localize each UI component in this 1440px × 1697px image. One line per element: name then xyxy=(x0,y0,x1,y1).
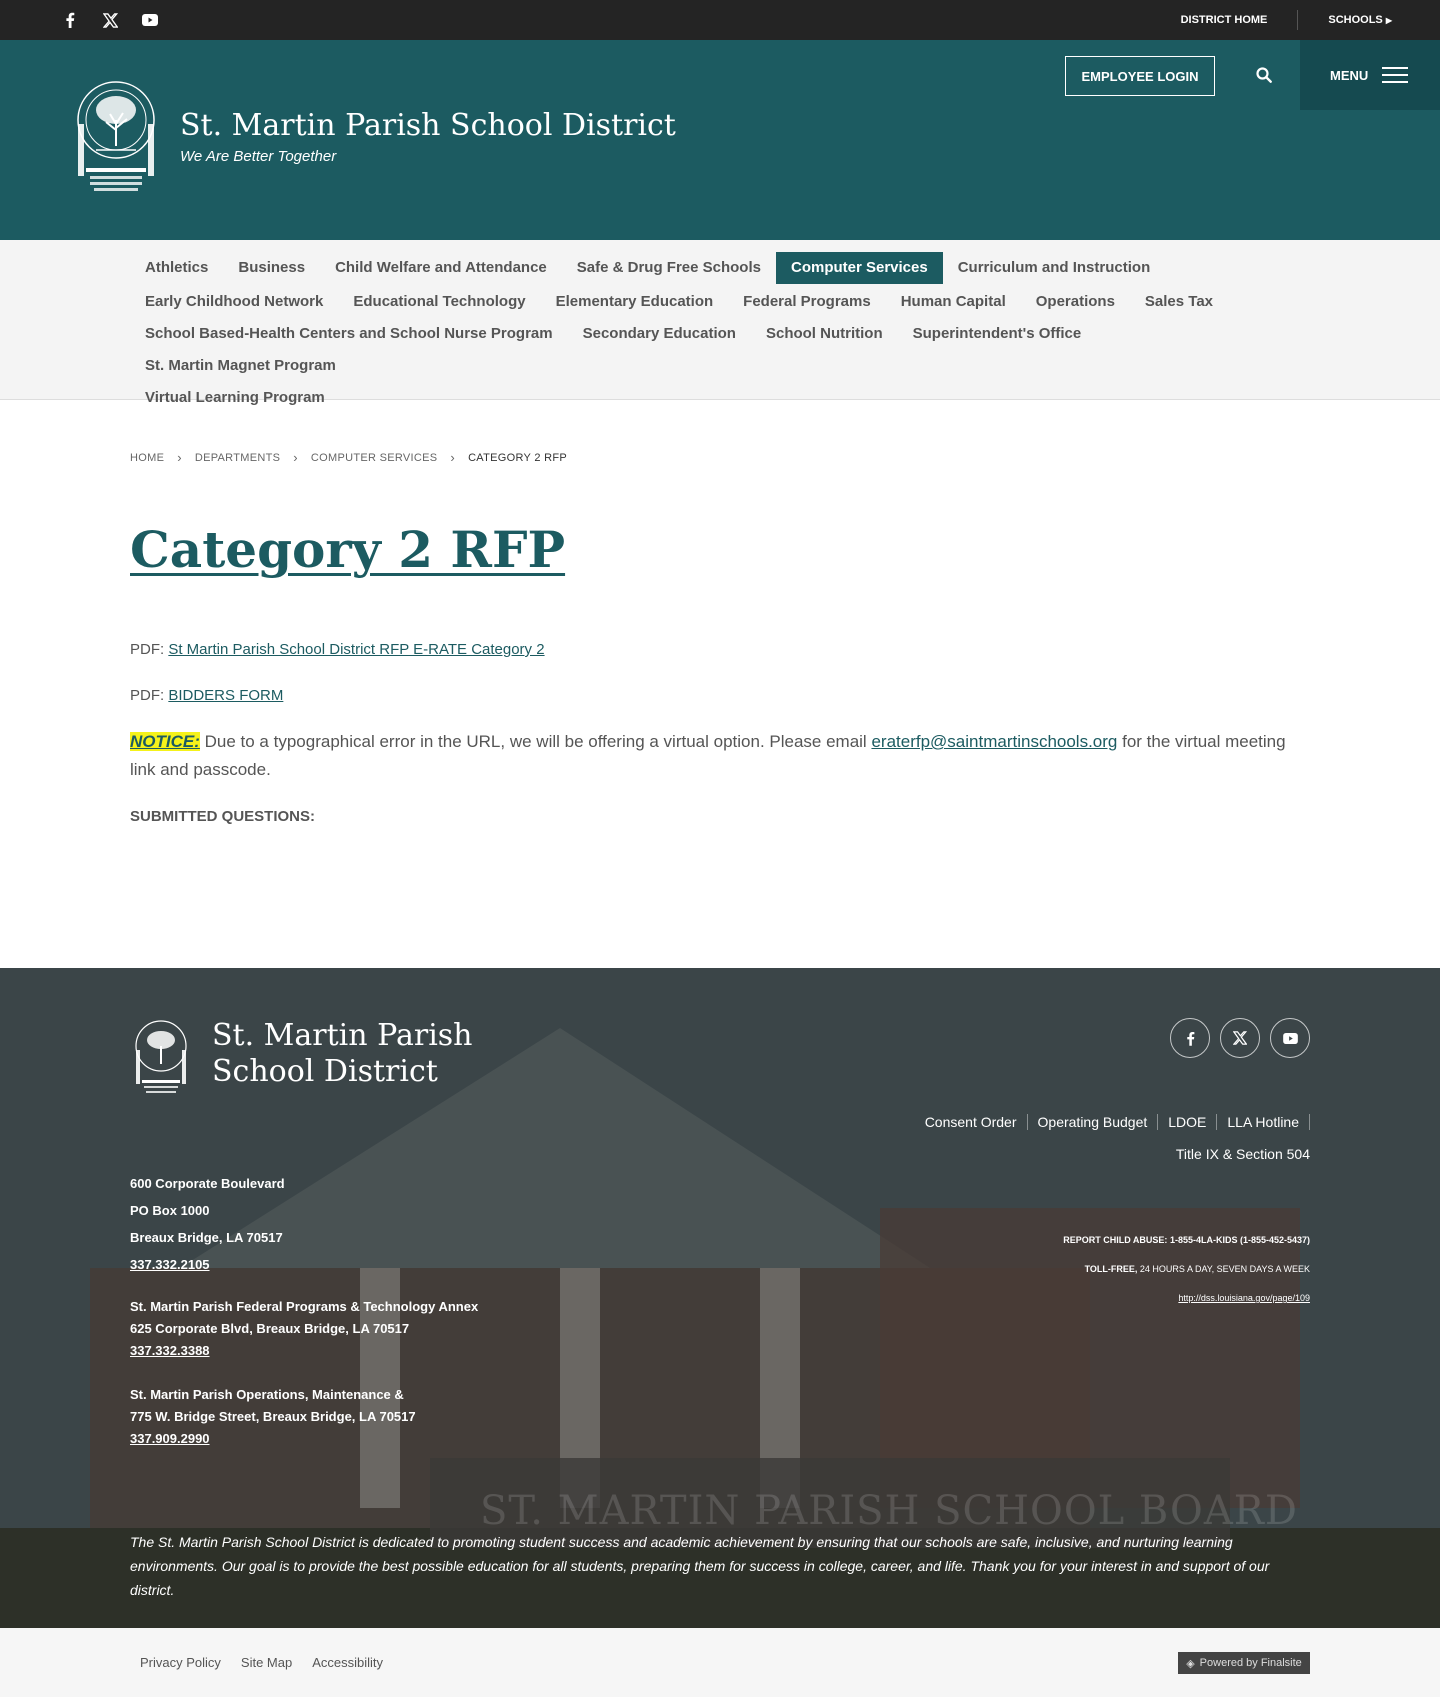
dept-computer-services[interactable]: Computer Services xyxy=(775,252,943,284)
dept-health-centers[interactable]: School Based-Health Centers and School N… xyxy=(130,320,568,348)
lla-hotline-link[interactable]: LLA Hotline xyxy=(1217,1114,1310,1130)
bidders-form-link[interactable]: BIDDERS FORM xyxy=(168,687,283,704)
footer-title: St. Martin Parish School District xyxy=(212,1018,473,1089)
menu-button[interactable]: MENU xyxy=(1300,40,1440,110)
dept-athletics[interactable]: Athletics xyxy=(130,254,223,282)
site-title[interactable]: St. Martin Parish School District xyxy=(180,108,676,143)
legal-bar: Privacy Policy Site Map Accessibility ◈ … xyxy=(0,1628,1440,1697)
tollfree-text: 24 HOURS A DAY, SEVEN DAYS A WEEK xyxy=(1139,1264,1310,1274)
pdf-prefix: PDF: xyxy=(130,641,165,658)
pdf-prefix: PDF: xyxy=(130,687,165,704)
breadcrumb-current: CATEGORY 2 RFP xyxy=(468,451,568,464)
dept-magnet[interactable]: St. Martin Magnet Program xyxy=(130,352,351,380)
powered-by-finalsite[interactable]: ◈ Powered by Finalsite xyxy=(1178,1652,1310,1674)
child-abuse-report: REPORT CHILD ABUSE: 1-855-4LA-KIDS (1-85… xyxy=(1063,1226,1310,1313)
operations-phone-link[interactable]: 337.909.2990 xyxy=(130,1431,210,1446)
footer-links: Consent Order Operating Budget LDOE LLA … xyxy=(915,1114,1310,1130)
youtube-icon[interactable] xyxy=(140,10,160,30)
ldoe-link[interactable]: LDOE xyxy=(1158,1114,1218,1130)
breadcrumb-departments[interactable]: DEPARTMENTS xyxy=(195,452,280,464)
notice-label: NOTICE: xyxy=(130,732,200,751)
caret-right-icon: ▶ xyxy=(1385,16,1392,25)
dept-business[interactable]: Business xyxy=(223,254,320,282)
operations-address: St. Martin Parish Operations, Maintenanc… xyxy=(130,1384,416,1450)
footer-logo[interactable] xyxy=(132,1020,190,1098)
accessibility-link[interactable]: Accessibility xyxy=(312,1655,383,1670)
dept-secondary[interactable]: Secondary Education xyxy=(568,320,751,348)
annex-phone-link[interactable]: 337.332.3388 xyxy=(130,1343,210,1358)
site-map-link[interactable]: Site Map xyxy=(241,1655,292,1670)
consent-order-link[interactable]: Consent Order xyxy=(915,1114,1028,1130)
footer-youtube-icon[interactable] xyxy=(1270,1018,1310,1058)
report-number: 1-855-4LA-KIDS (1-855-452-5437) xyxy=(1169,1235,1310,1245)
operations-street: 775 W. Bridge Street, Breaux Bridge, LA … xyxy=(130,1409,416,1424)
footer-x-icon[interactable] xyxy=(1220,1018,1260,1058)
dept-human-capital[interactable]: Human Capital xyxy=(886,288,1021,316)
dept-school-nutrition[interactable]: School Nutrition xyxy=(751,320,898,348)
footer-facebook-icon[interactable] xyxy=(1170,1018,1210,1058)
pdf-row-2: PDF: BIDDERS FORM xyxy=(130,682,1310,709)
menu-label: MENU xyxy=(1330,67,1369,83)
chevron-right-icon: › xyxy=(177,450,182,465)
address-line: PO Box 1000 xyxy=(130,1203,210,1218)
dept-superintendent[interactable]: Superintendent's Office xyxy=(898,320,1097,348)
address-line: 600 Corporate Boulevard xyxy=(130,1176,285,1191)
annex-address: St. Martin Parish Federal Programs & Tec… xyxy=(130,1296,478,1362)
dept-educational-technology[interactable]: Educational Technology xyxy=(338,288,540,316)
employee-login-button[interactable]: EMPLOYEE LOGIN xyxy=(1065,56,1215,96)
rfp-email-link[interactable]: eraterfp@saintmartinschools.org xyxy=(871,732,1117,751)
site-tagline: We Are Better Together xyxy=(180,148,337,165)
chevron-right-icon: › xyxy=(293,450,298,465)
main-phone-link[interactable]: 337.332.2105 xyxy=(130,1257,210,1272)
department-nav: Athletics Business Child Welfare and Att… xyxy=(0,240,1440,406)
operations-name: St. Martin Parish Operations, Maintenanc… xyxy=(130,1387,404,1402)
dept-early-childhood[interactable]: Early Childhood Network xyxy=(130,288,338,316)
search-icon[interactable] xyxy=(1255,66,1273,84)
privacy-policy-link[interactable]: Privacy Policy xyxy=(140,1655,221,1670)
chevron-right-icon: › xyxy=(450,450,456,465)
annex-name: St. Martin Parish Federal Programs & Tec… xyxy=(130,1299,479,1314)
dept-federal-programs[interactable]: Federal Programs xyxy=(728,288,886,316)
rfp-pdf-link[interactable]: St Martin Parish School District RFP E-R… xyxy=(168,641,544,658)
main-address: 600 Corporate Boulevard PO Box 1000 Brea… xyxy=(130,1170,285,1278)
operating-budget-link[interactable]: Operating Budget xyxy=(1028,1114,1159,1130)
site-header: St. Martin Parish School District We Are… xyxy=(0,40,1440,240)
schools-dropdown[interactable]: SCHOOLS ▶ xyxy=(1328,14,1392,26)
dept-safe-drug-free[interactable]: Safe & Drug Free Schools xyxy=(562,254,776,282)
dept-elementary[interactable]: Elementary Education xyxy=(541,288,729,316)
notice-text: Due to a typographical error in the URL,… xyxy=(204,732,867,751)
address-line: Breaux Bridge, LA 70517 xyxy=(130,1230,283,1245)
finalsite-icon: ◈ xyxy=(1186,1657,1195,1670)
page-title[interactable]: Category 2 RFP xyxy=(130,520,565,579)
breadcrumb-computer-services[interactable]: COMPUTER SERVICES xyxy=(311,452,438,464)
utility-bar: DISTRICT HOME SCHOOLS ▶ xyxy=(0,0,1440,40)
powered-label: Powered by Finalsite xyxy=(1199,1657,1302,1669)
breadcrumb-home[interactable]: HOME xyxy=(130,452,164,464)
dept-curriculum[interactable]: Curriculum and Instruction xyxy=(943,254,1166,282)
facebook-icon[interactable] xyxy=(60,10,80,30)
submitted-questions-heading: SUBMITTED QUESTIONS: xyxy=(130,808,316,825)
site-footer: ST. MARTIN PARISH SCHOOL BOARD St. Marti… xyxy=(0,968,1440,1628)
report-label: REPORT CHILD ABUSE: xyxy=(1063,1235,1168,1245)
district-home-link[interactable]: DISTRICT HOME xyxy=(1181,14,1268,26)
hamburger-icon xyxy=(1382,67,1409,83)
dept-child-welfare[interactable]: Child Welfare and Attendance xyxy=(320,254,562,282)
dept-virtual-learning[interactable]: Virtual Learning Program xyxy=(130,384,1310,412)
dept-sales-tax[interactable]: Sales Tax xyxy=(1130,288,1228,316)
breadcrumb: HOME › DEPARTMENTS › COMPUTER SERVICES ›… xyxy=(130,450,567,465)
district-logo[interactable] xyxy=(72,80,160,198)
annex-street: 625 Corporate Blvd, Breaux Bridge, LA 70… xyxy=(130,1321,410,1336)
pdf-row-1: PDF: St Martin Parish School District RF… xyxy=(130,636,1310,663)
tollfree-label: TOLL-FREE, xyxy=(1084,1264,1138,1274)
page-content: PDF: St Martin Parish School District RF… xyxy=(130,636,1310,849)
schools-label: SCHOOLS xyxy=(1328,14,1383,26)
dept-operations[interactable]: Operations xyxy=(1021,288,1130,316)
title-ix-link[interactable]: Title IX & Section 504 xyxy=(1176,1146,1310,1162)
x-icon[interactable] xyxy=(100,10,120,30)
dss-link[interactable]: http://dss.louisiana.gov/page/109 xyxy=(1178,1293,1310,1303)
sign-text: ST. MARTIN PARISH SCHOOL BOARD xyxy=(480,1488,1298,1534)
mission-statement: The St. Martin Parish School District is… xyxy=(130,1534,1270,1598)
divider xyxy=(1297,10,1299,30)
notice-paragraph: NOTICE: Due to a typographical error in … xyxy=(130,728,1310,784)
